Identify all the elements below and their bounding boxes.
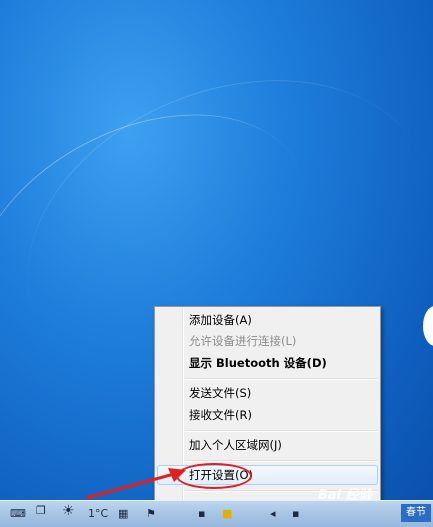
security-icon[interactable]: ■ <box>222 507 232 521</box>
menu-item-send-file[interactable]: 发送文件(S) <box>157 383 378 403</box>
network-icon[interactable]: ▦ <box>118 507 128 521</box>
desktop-gadget-edge <box>423 306 433 346</box>
weather-temp: 1°C <box>88 507 109 520</box>
taskbar-clock[interactable]: 春节 <box>401 504 431 522</box>
tray-icon[interactable]: ▪ <box>292 507 299 521</box>
menu-item-join-pan[interactable]: 加入个人区域网(J) <box>157 435 378 455</box>
menu-separator <box>185 430 378 432</box>
menu-item-allow-connection: 允许设备进行连接(L) <box>189 334 297 348</box>
menu-item-add-device[interactable]: 添加设备(A) <box>157 310 378 330</box>
menu-separator <box>185 460 378 462</box>
window-icon[interactable]: ❐ <box>36 504 46 518</box>
menu-item-show-bluetooth-devices[interactable]: 显示 Bluetooth 设备(D) <box>157 353 378 373</box>
menu-item-receive-file[interactable]: 接收文件(R) <box>157 405 378 425</box>
menu-separator <box>185 378 378 380</box>
flag-icon[interactable]: ⚑ <box>146 507 156 521</box>
volume-icon[interactable]: ◂ <box>270 507 276 521</box>
annotation-arrow-icon <box>85 468 186 500</box>
tray-icon[interactable]: ▪ <box>198 507 205 521</box>
keyboard-icon[interactable]: ⌨ <box>10 507 26 521</box>
watermark: Bai 经验 <box>318 488 372 503</box>
weather-sun-icon[interactable]: ☀ <box>62 504 75 518</box>
